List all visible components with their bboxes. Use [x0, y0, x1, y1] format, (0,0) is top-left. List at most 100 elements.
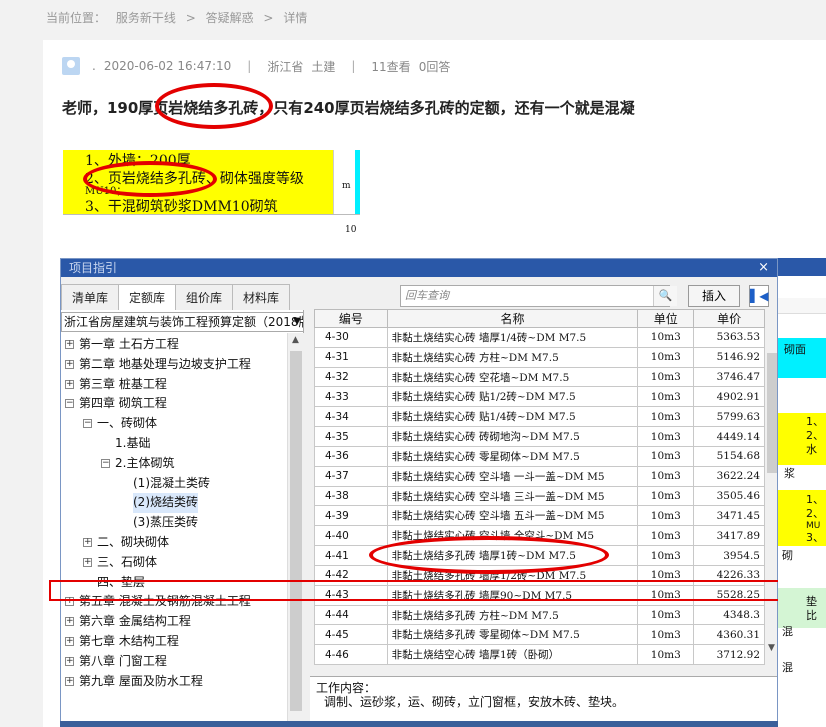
expand-icon[interactable]: +	[65, 617, 74, 627]
table-row[interactable]: 4-33 非黏土烧结实心砖 贴1/2砖~DM M7.5 10m3 4902.91	[314, 386, 765, 408]
table-row[interactable]: 4-36 非黏土烧结实心砖 零星砌体~DM M7.5 10m3 5154.68	[314, 445, 765, 467]
table-row[interactable]: 4-31 非黏土烧结实心砖 方柱~DM M7.5 10m3 5146.92	[314, 346, 765, 368]
cell-unit: 10m3	[637, 505, 695, 527]
tree-node[interactable]: + 第八章 门窗工程	[61, 652, 289, 672]
work-content-title: 工作内容：	[316, 681, 377, 695]
scrollbar-thumb[interactable]	[767, 353, 777, 473]
cell-name: 非黏土烧结实心砖 零星砌体~DM M7.5	[386, 445, 639, 467]
cell-code: 4-36	[314, 445, 388, 467]
tree-node[interactable]: + 第一章 土石方工程	[61, 335, 289, 355]
tree-scrollbar[interactable]: ▲	[287, 333, 304, 727]
tree-node[interactable]: − 一、砖砌体	[61, 414, 289, 434]
cell-name: 非黏土烧结多孔砖 方柱~DM M7.5	[386, 604, 639, 626]
table-row[interactable]: 4-35 非黏土烧结实心砖 砖砌地沟~DM M7.5 10m3 4449.14	[314, 426, 765, 447]
tree-node-label: 第七章 木结构工程	[79, 633, 179, 648]
column-header-unit[interactable]: 单位	[637, 309, 695, 328]
expand-icon[interactable]: +	[65, 656, 74, 666]
scrollbar-thumb[interactable]	[290, 351, 302, 711]
tree-node[interactable]: (2)烧结类砖	[61, 493, 289, 514]
collapse-icon[interactable]: −	[65, 399, 74, 409]
table-row[interactable]: 4-39 非黏土烧结实心砖 空斗墙 五斗一盖~DM M5 10m3 3471.45	[314, 505, 765, 527]
chevron-down-icon[interactable]: ▼	[293, 313, 301, 331]
column-header-price[interactable]: 单价	[693, 309, 765, 328]
expand-icon[interactable]: +	[83, 557, 92, 567]
tab-material-library[interactable]: 材料库	[232, 284, 291, 310]
tree-node[interactable]: 1.基础	[61, 434, 289, 454]
dialog-title: 项目指引	[61, 259, 777, 277]
expand-icon[interactable]: +	[65, 359, 74, 369]
cell-price: 3712.92	[693, 644, 765, 666]
tree-node[interactable]: −2.主体砌筑	[61, 454, 289, 474]
breadcrumb-link-service[interactable]: 服务新干线	[116, 11, 176, 25]
cell-unit: 10m3	[637, 525, 695, 547]
username[interactable]: .	[92, 59, 96, 73]
expand-icon[interactable]: +	[65, 676, 74, 686]
table-row[interactable]: 4-45 非黏土烧结多孔砖 零星砌体~DM M7.5 10m3 4360.31	[314, 624, 765, 646]
excel-snippet-image: 1、外墙：200厚 2、页岩烧结多孔砖、砌体强度等级 MU10； 3、干混砌筑砂…	[63, 138, 360, 235]
cell-price: 3954.5	[693, 545, 765, 566]
tree-node[interactable]: + 第六章 金属结构工程	[61, 612, 289, 632]
bg-title-bar	[778, 258, 826, 276]
tree-node-label: (3)蒸压类砖	[133, 515, 198, 530]
bottom-image-edge	[60, 721, 778, 727]
tree-node[interactable]: (3)蒸压类砖	[61, 513, 289, 533]
background-screenshot-edge: 砌面 1、 2、 水 浆 1、 2、 MU 3、 砌 垫 混 比 混	[778, 258, 826, 727]
cell-code: 4-46	[314, 644, 388, 666]
table-row[interactable]: 4-44 非黏土烧结多孔砖 方柱~DM M7.5 10m3 4348.3	[314, 604, 765, 626]
column-header-name[interactable]: 名称	[386, 309, 639, 328]
tree-node[interactable]: + 第九章 屋面及防水工程	[61, 672, 289, 692]
cell-price: 5799.63	[693, 406, 765, 428]
tab-quota-library[interactable]: 定额库	[118, 284, 177, 310]
breadcrumb-prefix: 当前位置：	[46, 11, 107, 25]
avatar[interactable]	[62, 57, 80, 75]
quota-table: 编号 名称 单位 单价 4-30 非黏土烧结实心砖 墙厚1/4砖~DM M7.5 1…	[314, 309, 765, 666]
collapse-icon[interactable]: −	[83, 419, 92, 429]
table-row[interactable]: 4-30 非黏土烧结实心砖 墙厚1/4砖~DM M7.5 10m3 5363.53	[314, 327, 765, 348]
table-row[interactable]: 4-38 非黏土烧结实心砖 空斗墙 三斗一盖~DM M5 10m3 3505.46	[314, 485, 765, 507]
tree-node[interactable]: + 三、石砌体	[61, 553, 289, 573]
bg-text: 3、	[806, 531, 824, 544]
table-scrollbar[interactable]: ▼	[765, 309, 777, 659]
cell-price: 4902.91	[693, 386, 765, 408]
search-icon[interactable]: 🔍	[653, 286, 677, 306]
tree-node[interactable]: − 第四章 砌筑工程	[61, 394, 289, 414]
close-icon[interactable]: ×	[758, 259, 769, 277]
breadcrumb-link-qa[interactable]: 答疑解惑	[206, 11, 254, 25]
tree-node[interactable]: + 第七章 木结构工程	[61, 632, 289, 652]
tree-node[interactable]: + 第三章 桩基工程	[61, 375, 289, 395]
column-header-code[interactable]: 编号	[314, 309, 388, 328]
expand-icon[interactable]: +	[65, 636, 74, 646]
insert-button[interactable]: 插入	[688, 285, 740, 307]
bg-text: 混	[782, 625, 793, 638]
tree-node[interactable]: (1)混凝土类砖	[61, 474, 289, 494]
cell-name: 非黏土烧结实心砖 墙厚1/4砖~DM M7.5	[386, 327, 639, 348]
chevron-down-icon[interactable]: ▼	[768, 643, 775, 653]
tab-pricing-library[interactable]: 组价库	[175, 284, 234, 310]
collapse-icon[interactable]: −	[101, 458, 110, 468]
expand-icon[interactable]: +	[65, 379, 74, 389]
table-row[interactable]: 4-34 非黏土烧结实心砖 贴1/4砖~DM M7.5 10m3 5799.63	[314, 406, 765, 428]
expand-icon[interactable]: +	[83, 537, 92, 547]
tab-bill-library[interactable]: 清单库	[61, 284, 120, 310]
excel-gridline	[63, 214, 360, 215]
table-row[interactable]: 4-32 非黏土烧结实心砖 空花墙~DM M7.5 10m3 3746.47	[314, 366, 765, 388]
chevron-up-icon[interactable]: ▲	[292, 335, 299, 345]
expand-icon[interactable]: +	[65, 340, 74, 349]
library-select[interactable]: 浙江省房屋建筑与装饰工程预算定额（2018版） ▼	[61, 312, 304, 332]
table-row[interactable]: 4-37 非黏土烧结实心砖 空斗墙 一斗一盖~DM M5 10m3 3622.24	[314, 465, 765, 487]
tree-node-label: 1.基础	[115, 435, 151, 450]
cell-unit: 10m3	[637, 445, 695, 467]
collapse-panel-icon[interactable]: ▌◀	[749, 285, 769, 307]
work-content-panel: 工作内容： 调制、运砂浆，运、砌砖，立门窗框，安放木砖、垫块。	[310, 676, 777, 727]
excel-below-value: 10	[345, 225, 357, 235]
cell-name: 非黏土烧结多孔砖 零星砌体~DM M7.5	[386, 624, 639, 646]
tree-node[interactable]: + 第二章 地基处理与边坡支护工程	[61, 355, 289, 375]
search-input[interactable]: 回车查询	[400, 285, 670, 307]
cell-price: 3622.24	[693, 465, 765, 487]
cell-code: 4-35	[314, 426, 388, 447]
cell-price: 5146.92	[693, 346, 765, 368]
tree-node[interactable]: + 二、砌块砌体	[61, 533, 289, 553]
table-row[interactable]: 4-46 非黏土烧结空心砖 墙厚1砖（卧砌） 10m3 3712.92	[314, 644, 765, 666]
table-row[interactable]: 4-41 非黏土烧结多孔砖 墙厚1砖~DM M7.5 10m3 3954.5	[314, 545, 765, 566]
table-row[interactable]: 4-40 非黏土烧结实心砖 空斗墙 全空斗~DM M5 10m3 3417.89	[314, 525, 765, 547]
